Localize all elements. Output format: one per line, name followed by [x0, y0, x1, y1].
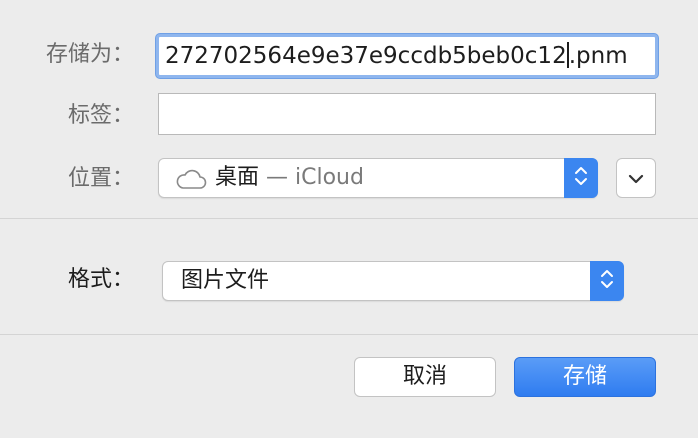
tags-input[interactable]: [158, 93, 656, 135]
divider-bottom: [0, 334, 698, 335]
filename-extension: .pnm: [568, 43, 628, 69]
location-stepper[interactable]: [564, 158, 598, 198]
location-service: — iCloud: [266, 165, 364, 190]
tags-label: 标签：: [67, 103, 134, 128]
filename-input[interactable]: 272702564e9e37e9ccdb5beb0c12.pnm: [156, 34, 658, 78]
format-selected: 图片文件: [181, 268, 270, 293]
save-button[interactable]: 存储: [514, 357, 656, 397]
location-folder: 桌面: [215, 165, 260, 190]
cloud-icon: [175, 168, 207, 194]
format-label: 格式：: [67, 267, 134, 292]
cancel-button[interactable]: 取消: [354, 357, 496, 397]
expand-dialog-button[interactable]: [616, 158, 656, 198]
chevron-down-icon: [628, 169, 644, 188]
format-stepper[interactable]: [590, 261, 624, 301]
save-dialog: 存储为： 272702564e9e37e9ccdb5beb0c12.pnm 标签…: [0, 0, 698, 438]
filename-text: 272702564e9e37e9ccdb5beb0c12: [165, 43, 567, 69]
up-down-chevron-icon: [600, 268, 614, 294]
location-label: 位置：: [67, 166, 134, 191]
save-as-label: 存储为：: [45, 42, 134, 67]
divider-top: [0, 218, 698, 219]
up-down-chevron-icon: [574, 165, 588, 191]
format-popup[interactable]: 图片文件: [162, 261, 624, 301]
location-popup[interactable]: 桌面 — iCloud: [158, 158, 598, 198]
